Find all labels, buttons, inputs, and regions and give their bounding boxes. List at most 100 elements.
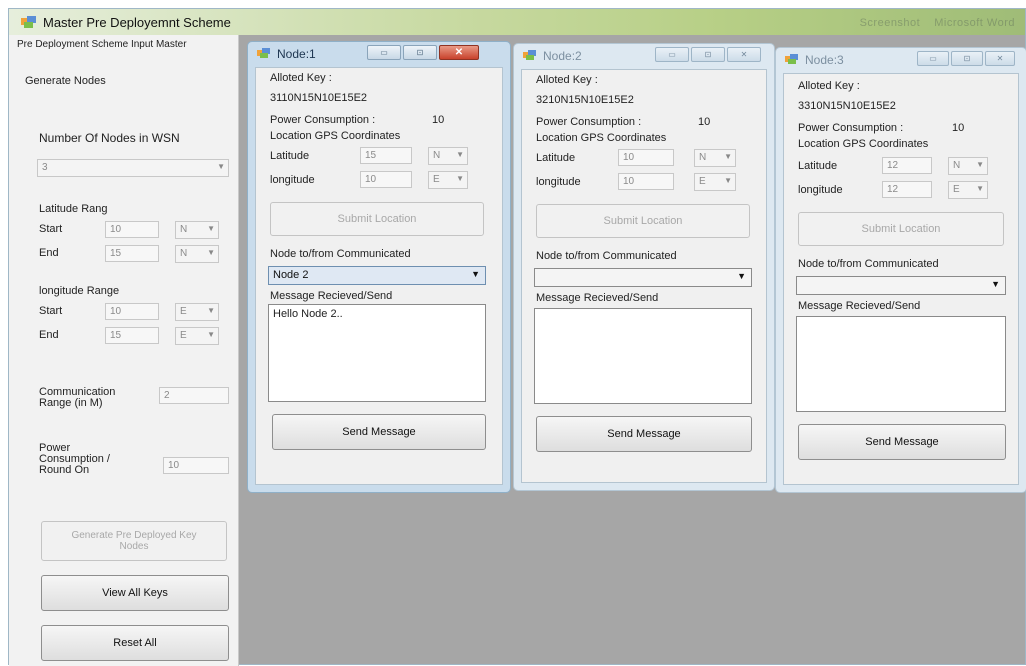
message-textarea[interactable]	[796, 316, 1006, 412]
power-consumption-label: Power Consumption :	[270, 114, 376, 126]
node-body: Alloted Key : 3310N15N10E15E2 Power Cons…	[783, 73, 1019, 485]
longitude-dir-select[interactable]: E ▼	[948, 181, 988, 199]
num-nodes-select[interactable]: 3 ▼	[37, 159, 229, 177]
comm-node-select[interactable]: Node 2 ▼	[268, 266, 486, 285]
long-range-label: longitude Range	[39, 285, 120, 297]
message-textarea[interactable]	[534, 308, 752, 404]
lat-start-dir-select[interactable]: N ▼	[175, 221, 219, 239]
maximize-icon: ⊡	[963, 54, 971, 63]
latitude-input[interactable]: 10	[618, 149, 674, 166]
longitude-input[interactable]: 10	[360, 171, 412, 188]
message-label: Message Recieved/Send	[536, 292, 659, 304]
latitude-label: Latitude	[798, 160, 838, 172]
longitude-input[interactable]: 12	[882, 181, 932, 198]
comm-node-select[interactable]: ▼	[796, 276, 1006, 295]
comm-range-input[interactable]: 2	[159, 387, 229, 404]
comm-label: Node to/from Communicated	[536, 250, 677, 262]
chevron-down-icon: ▼	[724, 152, 732, 161]
lat-range-label: Latitude Rang	[39, 203, 108, 215]
lat-start-label: Start	[39, 223, 63, 235]
maximize-button[interactable]: ⊡	[951, 51, 983, 66]
submit-location-button[interactable]: Submit Location	[270, 202, 484, 236]
maximize-icon: ⊡	[416, 48, 424, 57]
minimize-button[interactable]: ▭	[655, 47, 689, 62]
lat-end-input[interactable]: 15	[105, 245, 159, 262]
comm-node-select[interactable]: ▼	[534, 268, 752, 287]
latitude-input[interactable]: 15	[360, 147, 412, 164]
minimize-button[interactable]: ▭	[367, 45, 401, 60]
message-label: Message Recieved/Send	[270, 290, 393, 302]
chevron-down-icon: ▼	[207, 306, 215, 315]
view-all-keys-button[interactable]: View All Keys	[41, 575, 229, 611]
generate-nodes-label: Generate Nodes	[25, 75, 106, 87]
alloted-key-value: 3210N15N10E15E2	[536, 94, 634, 106]
long-end-input[interactable]: 15	[105, 327, 159, 344]
node-window-3: Node:3 ▭ ⊡ ✕ Alloted Key : 3310N15N10E15…	[775, 47, 1026, 493]
alloted-key-value: 3310N15N10E15E2	[798, 100, 896, 112]
node-app-icon	[785, 54, 798, 64]
alloted-key-label: Alloted Key :	[798, 80, 860, 92]
node-window-2: Node:2 ▭ ⊡ ✕ Alloted Key : 3210N15N10E15…	[513, 43, 775, 491]
lat-end-label: End	[39, 247, 59, 259]
power-consumption-label: Power Consumption :	[536, 116, 642, 128]
long-end-label: End	[39, 329, 59, 341]
longitude-dir-select[interactable]: E ▼	[428, 171, 468, 189]
longitude-dir-select[interactable]: E ▼	[694, 173, 736, 191]
message-textarea[interactable]: Hello Node 2..	[268, 304, 486, 402]
power-consumption-label: Power Consumption :	[798, 122, 904, 134]
alloted-key-label: Alloted Key :	[536, 74, 598, 86]
submit-location-button[interactable]: Submit Location	[798, 212, 1004, 246]
chevron-down-icon: ▼	[456, 150, 464, 159]
chevron-down-icon: ▼	[456, 174, 464, 183]
chevron-down-icon: ▼	[737, 271, 746, 281]
node-title: Node:3	[805, 53, 844, 67]
close-button[interactable]: ✕	[985, 51, 1015, 66]
lat-end-dir-select[interactable]: N ▼	[175, 245, 219, 263]
chevron-down-icon: ▼	[991, 279, 1000, 289]
long-start-input[interactable]: 10	[105, 303, 159, 320]
minimize-icon: ▭	[668, 50, 676, 59]
close-button[interactable]: ✕	[727, 47, 761, 62]
maximize-button[interactable]: ⊡	[691, 47, 725, 62]
longitude-label: longitude	[270, 174, 315, 186]
alloted-key-value: 3110N15N10E15E2	[270, 92, 368, 104]
close-icon: ✕	[740, 50, 748, 59]
long-start-label: Start	[39, 305, 63, 317]
long-end-dir-select[interactable]: E ▼	[175, 327, 219, 345]
title-bar[interactable]: Master Pre Deployemnt Scheme Screenshot M…	[9, 9, 1025, 35]
send-message-button[interactable]: Send Message	[272, 414, 486, 450]
reset-all-button[interactable]: Reset All	[41, 625, 229, 661]
node-app-icon	[257, 48, 270, 58]
latitude-dir-select[interactable]: N ▼	[694, 149, 736, 167]
power-consumption-value: 10	[432, 114, 445, 126]
minimize-icon: ▭	[929, 54, 937, 63]
app-icon	[21, 16, 36, 28]
submit-location-button[interactable]: Submit Location	[536, 204, 750, 238]
power-consumption-value: 10	[952, 122, 965, 134]
window-title: Master Pre Deployemnt Scheme	[43, 15, 231, 30]
close-button[interactable]: ✕	[439, 45, 479, 60]
latitude-dir-select[interactable]: N ▼	[428, 147, 468, 165]
chevron-down-icon: ▼	[724, 176, 732, 185]
send-message-button[interactable]: Send Message	[798, 424, 1006, 460]
latitude-dir-select[interactable]: N ▼	[948, 157, 988, 175]
power-label: Power Consumption / Round On	[39, 442, 110, 476]
node-title-bar: Node:1	[257, 47, 316, 61]
maximize-icon: ⊡	[704, 50, 712, 59]
power-input[interactable]: 10	[163, 457, 229, 474]
input-master-panel: Pre Deployment Scheme Input Master Gener…	[9, 35, 239, 666]
gps-label: Location GPS Coordinates	[270, 130, 401, 142]
node-title: Node:2	[543, 49, 582, 63]
lat-start-input[interactable]: 10	[105, 221, 159, 238]
chevron-down-icon: ▼	[471, 269, 480, 279]
node-app-icon	[523, 50, 536, 60]
maximize-button[interactable]: ⊡	[403, 45, 437, 60]
generate-key-nodes-button[interactable]: Generate Pre Deployed Key Nodes	[41, 521, 227, 561]
minimize-button[interactable]: ▭	[917, 51, 949, 66]
chevron-down-icon: ▼	[207, 330, 215, 339]
longitude-input[interactable]: 10	[618, 173, 674, 190]
latitude-input[interactable]: 12	[882, 157, 932, 174]
send-message-button[interactable]: Send Message	[536, 416, 752, 452]
latitude-label: Latitude	[270, 150, 310, 162]
long-start-dir-select[interactable]: E ▼	[175, 303, 219, 321]
